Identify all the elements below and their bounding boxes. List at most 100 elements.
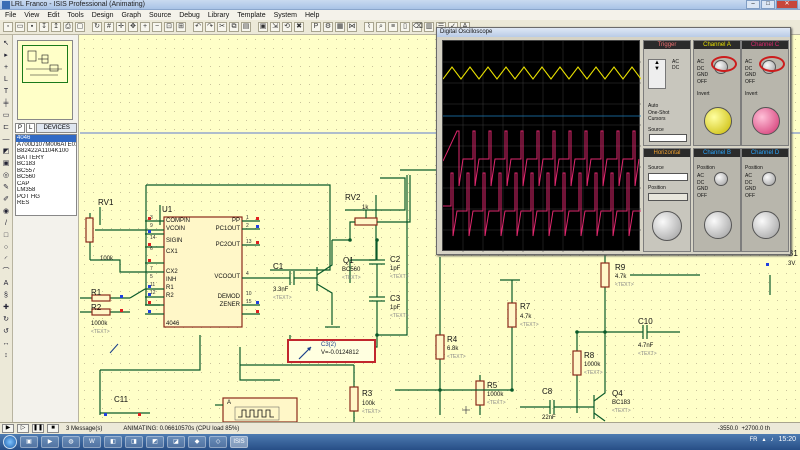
graph-icon[interactable]: ◩ [2, 147, 11, 156]
redo-icon[interactable]: ↷ [205, 22, 215, 32]
mirror-x-icon[interactable]: ↔ [2, 339, 11, 348]
step-button[interactable]: ▷ [17, 424, 29, 433]
text-icon[interactable]: A [2, 279, 11, 288]
menu-help[interactable]: Help [305, 12, 319, 19]
menu-file[interactable]: File [5, 12, 16, 19]
oscilloscope-window[interactable]: Digital Oscilloscope Trigger ▲ ▼ AC DC A… [436, 27, 791, 255]
zoom-area-icon[interactable]: ⊞ [176, 22, 186, 32]
junction-icon[interactable]: + [2, 63, 11, 72]
pick-devices-tab[interactable]: P [15, 123, 26, 133]
cut-icon[interactable]: ✂ [217, 22, 227, 32]
device-item[interactable]: RES [16, 200, 76, 207]
zoom-out-icon[interactable]: − [152, 22, 162, 32]
block-delete-icon[interactable]: ✖ [294, 22, 304, 32]
current-probe-icon[interactable]: ✐ [2, 195, 11, 204]
channel-b-volts-knob[interactable] [704, 211, 732, 239]
taskbar-isis-button[interactable]: ISIS [230, 436, 248, 448]
search-icon[interactable]: ⌕ [376, 22, 386, 32]
volume-icon[interactable]: ♪ [770, 437, 773, 443]
bus-icon[interactable]: ╪ [2, 99, 11, 108]
component-mode-icon[interactable]: ▸ [2, 51, 11, 60]
device-item[interactable]: B82422A1104K100 [16, 148, 76, 155]
channel-c-volts-knob[interactable] [752, 107, 780, 135]
channel-b-position-knob[interactable] [714, 172, 728, 186]
taskbar-firefox-icon[interactable]: ◍ [62, 436, 80, 448]
undo-icon[interactable]: ↶ [193, 22, 203, 32]
terminal-icon[interactable]: ⊏ [2, 123, 11, 132]
menu-template[interactable]: Template [237, 12, 265, 19]
netlist-icon[interactable]: ▥ [424, 22, 434, 32]
trigger-level-control[interactable]: ▲ ▼ [648, 59, 666, 89]
maximize-button[interactable]: □ [761, 0, 775, 9]
marker-icon[interactable]: ✚ [2, 303, 11, 312]
refresh-icon[interactable]: ↻ [92, 22, 102, 32]
taskbar-explorer-icon[interactable]: ▣ [20, 436, 38, 448]
new-sheet-icon[interactable]: ▯ [400, 22, 410, 32]
overview-window[interactable] [17, 40, 73, 120]
block-rotate-icon[interactable]: ⟲ [282, 22, 292, 32]
messages-count[interactable]: 3 Message(s) [66, 426, 102, 432]
horizontal-source-select[interactable] [648, 173, 688, 181]
mirror-y-icon[interactable]: ↕ [2, 351, 11, 360]
delete-sheet-icon[interactable]: ⌫ [412, 22, 423, 32]
trigger-source-select[interactable] [649, 134, 687, 142]
voltage-probe-c3[interactable]: C3(2) V=-0.0124812 [287, 339, 376, 363]
rotate-ccw-icon[interactable]: ↺ [2, 327, 11, 336]
arc-icon[interactable]: ◜ [2, 255, 11, 264]
timebase-knob[interactable] [652, 211, 682, 241]
menu-graph[interactable]: Graph [122, 12, 141, 19]
clock[interactable]: 15:20 [778, 436, 796, 443]
channel-a-invert[interactable]: Invert [697, 91, 710, 97]
export-icon[interactable]: ↥ [51, 22, 61, 32]
save-icon[interactable]: ▪ [27, 22, 37, 32]
horizontal-position-slider[interactable] [648, 193, 688, 201]
taskbar-word-icon[interactable]: W [83, 436, 101, 448]
path-icon[interactable]: ⌒ [2, 267, 11, 276]
open-file-icon[interactable]: ▭ [15, 22, 25, 32]
origin-icon[interactable]: ✛ [116, 22, 126, 32]
make-device-icon[interactable]: ⚙ [323, 22, 333, 32]
taskbar-app-icon[interactable]: ◩ [146, 436, 164, 448]
virtual-instrument-icon[interactable]: ◉ [2, 207, 11, 216]
zoom-in-icon[interactable]: + [140, 22, 150, 32]
taskbar-media-icon[interactable]: ▶ [41, 436, 59, 448]
menu-tools[interactable]: Tools [67, 12, 83, 19]
circle-icon[interactable]: ○ [2, 243, 11, 252]
decompose-icon[interactable]: ⋈ [347, 22, 357, 32]
stop-button[interactable]: ■ [47, 424, 59, 433]
import-icon[interactable]: ↧ [39, 22, 49, 32]
wire-autorouter-icon[interactable]: ⌇ [364, 22, 374, 32]
pin-icon[interactable]: — [2, 135, 11, 144]
menu-debug[interactable]: Debug [179, 12, 200, 19]
area-icon[interactable]: ▢ [75, 22, 85, 32]
package-tool-icon[interactable]: ▦ [335, 22, 345, 32]
zoom-all-icon[interactable]: ⊡ [164, 22, 174, 32]
play-button[interactable]: ▶ [2, 424, 14, 433]
menu-edit[interactable]: Edit [47, 12, 59, 19]
minimize-button[interactable]: – [746, 0, 760, 9]
grid-icon[interactable]: # [104, 22, 114, 32]
paste-icon[interactable]: ▤ [241, 22, 251, 32]
language-indicator[interactable]: FR [749, 437, 757, 443]
copy-icon[interactable]: ⧉ [229, 22, 239, 32]
taskbar-app-icon[interactable]: ◧ [104, 436, 122, 448]
menu-design[interactable]: Design [92, 12, 114, 19]
selection-mode-icon[interactable]: ↖ [2, 39, 11, 48]
menu-view[interactable]: View [24, 12, 39, 19]
text-script-icon[interactable]: T [2, 87, 11, 96]
close-button[interactable]: ✕ [776, 0, 798, 9]
block-move-icon[interactable]: ⇲ [270, 22, 280, 32]
channel-d-volts-knob[interactable] [752, 211, 780, 239]
print-icon[interactable]: ⎙ [63, 22, 73, 32]
rotate-cw-icon[interactable]: ↻ [2, 315, 11, 324]
menu-source[interactable]: Source [149, 12, 171, 19]
pick-device-icon[interactable]: P [311, 22, 321, 32]
generator-icon[interactable]: ◎ [2, 171, 11, 180]
network-icon[interactable]: ▴ [762, 436, 765, 443]
channel-a-volts-knob[interactable] [704, 107, 732, 135]
voltage-probe-icon[interactable]: ✎ [2, 183, 11, 192]
new-file-icon[interactable]: ▫ [3, 22, 13, 32]
wire-label-icon[interactable]: L [2, 75, 11, 84]
menu-library[interactable]: Library [208, 12, 229, 19]
property-tool-icon[interactable]: ≡ [388, 22, 398, 32]
